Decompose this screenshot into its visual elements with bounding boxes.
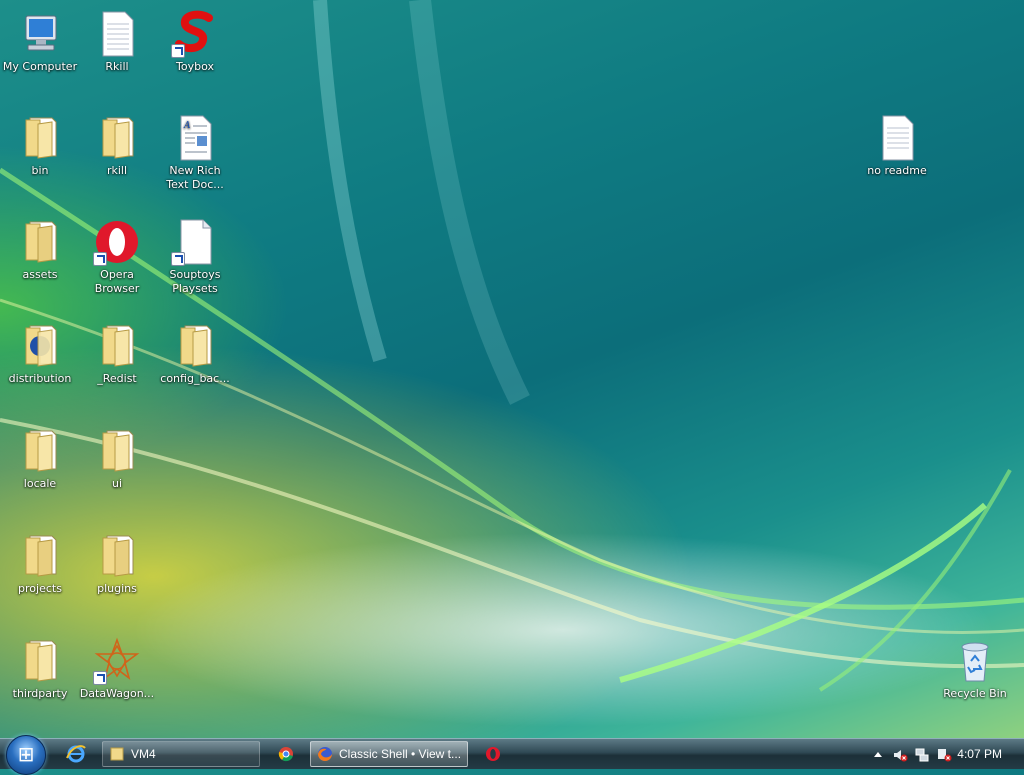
desktop-icon-label: plugins bbox=[97, 582, 137, 595]
toybox-app-icon bbox=[171, 10, 219, 58]
folder-icon bbox=[109, 746, 125, 762]
desktop-icon-label: locale bbox=[23, 477, 57, 490]
desktop-icon-rkill-file[interactable]: Rkill bbox=[77, 10, 157, 74]
desktop-icon-label: assets bbox=[22, 268, 58, 281]
desktop-icon-label: ui bbox=[111, 477, 123, 490]
desktop-icon-label: projects bbox=[18, 582, 62, 595]
desktop-icon-no-readme[interactable]: no readme bbox=[857, 114, 937, 178]
taskbar-button-label: Classic Shell • View t... bbox=[339, 747, 462, 761]
system-tray: 4:07 PM bbox=[844, 739, 1024, 769]
folder-icon bbox=[16, 637, 64, 685]
desktop-icon-projects[interactable]: projects bbox=[0, 532, 80, 596]
desktop-icon-label: distribution bbox=[8, 372, 72, 385]
shortcut-arrow-icon bbox=[93, 252, 107, 266]
shortcut-arrow-icon bbox=[93, 671, 107, 685]
clock[interactable]: 4:07 PM bbox=[957, 739, 1002, 769]
folder-icon bbox=[16, 218, 64, 266]
desktop-icon-rkill-folder[interactable]: rkill bbox=[77, 114, 157, 178]
folder-icon bbox=[93, 427, 141, 475]
desktop-icon-label: My Computer bbox=[2, 60, 78, 73]
taskbar-button-chrome[interactable] bbox=[262, 741, 308, 767]
desktop-icon-label: rkill bbox=[106, 164, 128, 177]
desktop-icon-recycle-bin[interactable]: Recycle Bin bbox=[935, 637, 1015, 701]
datawagon-app-icon bbox=[93, 637, 141, 685]
taskbar-button-firefox[interactable]: Classic Shell • View t... bbox=[310, 741, 468, 767]
desktop-icon-label: Souptoys Playsets bbox=[169, 268, 221, 295]
chrome-icon bbox=[278, 746, 294, 762]
taskbar: VM4 Classic Shell • View t... 4:07 PM bbox=[0, 735, 1024, 775]
opera-icon bbox=[93, 218, 141, 266]
folder-icon bbox=[16, 532, 64, 580]
desktop-icon-opera-browser[interactable]: Opera Browser bbox=[77, 218, 157, 296]
desktop-icon-distribution[interactable]: distribution bbox=[0, 322, 80, 386]
blank-file-icon bbox=[171, 218, 219, 266]
desktop-icon-label: Recycle Bin bbox=[943, 687, 1007, 700]
action-center-icon[interactable] bbox=[936, 747, 952, 763]
folder-icon bbox=[93, 532, 141, 580]
desktop-icon-label: thirdparty bbox=[12, 687, 68, 700]
computer-icon bbox=[16, 10, 64, 58]
desktop-icon-label: Opera Browser bbox=[94, 268, 140, 295]
desktop-icon-label: DataWagon... bbox=[79, 687, 155, 700]
volume-muted-icon[interactable] bbox=[892, 747, 908, 763]
desktop-icon-datawagon[interactable]: DataWagon... bbox=[77, 637, 157, 701]
folder-icon bbox=[16, 114, 64, 162]
folder-icon bbox=[16, 322, 64, 370]
desktop-icon-label: bin bbox=[31, 164, 49, 177]
desktop-icon-label: no readme bbox=[867, 164, 927, 177]
internet-explorer-icon[interactable] bbox=[66, 744, 86, 764]
desktop-icon-config-backup[interactable]: config_bac... bbox=[155, 322, 235, 386]
recycle-bin-icon bbox=[951, 637, 999, 685]
svg-text:A: A bbox=[183, 121, 191, 131]
taskbar-button-opera[interactable] bbox=[470, 741, 516, 767]
taskbar-button-label: VM4 bbox=[131, 747, 156, 761]
desktop-icon-plugins[interactable]: plugins bbox=[77, 532, 157, 596]
desktop-icon-souptoys-playsets[interactable]: Souptoys Playsets bbox=[155, 218, 235, 296]
firefox-icon bbox=[317, 746, 333, 762]
desktop-icon-toybox[interactable]: Toybox bbox=[155, 10, 235, 74]
folder-icon bbox=[16, 427, 64, 475]
show-hidden-icons-arrow[interactable] bbox=[870, 747, 886, 763]
desktop-icon-new-rich-text-doc[interactable]: A New Rich Text Doc... bbox=[155, 114, 235, 192]
text-file-icon bbox=[873, 114, 921, 162]
desktop-icon-label: New Rich Text Doc... bbox=[166, 164, 224, 191]
shortcut-arrow-icon bbox=[171, 44, 185, 58]
desktop-icon-label: Toybox bbox=[176, 60, 214, 73]
opera-icon bbox=[485, 746, 501, 762]
rich-text-document-icon: A bbox=[171, 114, 219, 162]
folder-icon bbox=[93, 322, 141, 370]
desktop-icon-ui[interactable]: ui bbox=[77, 427, 157, 491]
desktop-icon-assets[interactable]: assets bbox=[0, 218, 80, 282]
folder-icon bbox=[93, 114, 141, 162]
desktop-icon-label: _Redist bbox=[97, 372, 137, 385]
desktop-icon-my-computer[interactable]: My Computer bbox=[0, 10, 80, 74]
desktop-icon-label: config_bac... bbox=[160, 372, 230, 385]
desktop-icon-redist[interactable]: _Redist bbox=[77, 322, 157, 386]
desktop-icon-locale[interactable]: locale bbox=[0, 427, 80, 491]
taskbar-button-vm4[interactable]: VM4 bbox=[102, 741, 260, 767]
network-icon[interactable] bbox=[914, 747, 930, 763]
start-button[interactable] bbox=[6, 735, 46, 775]
desktop-icon-bin[interactable]: bin bbox=[0, 114, 80, 178]
text-file-icon bbox=[93, 10, 141, 58]
desktop-icon-label: Rkill bbox=[105, 60, 129, 73]
shortcut-arrow-icon bbox=[171, 252, 185, 266]
desktop-icon-thirdparty[interactable]: thirdparty bbox=[0, 637, 80, 701]
folder-icon bbox=[171, 322, 219, 370]
